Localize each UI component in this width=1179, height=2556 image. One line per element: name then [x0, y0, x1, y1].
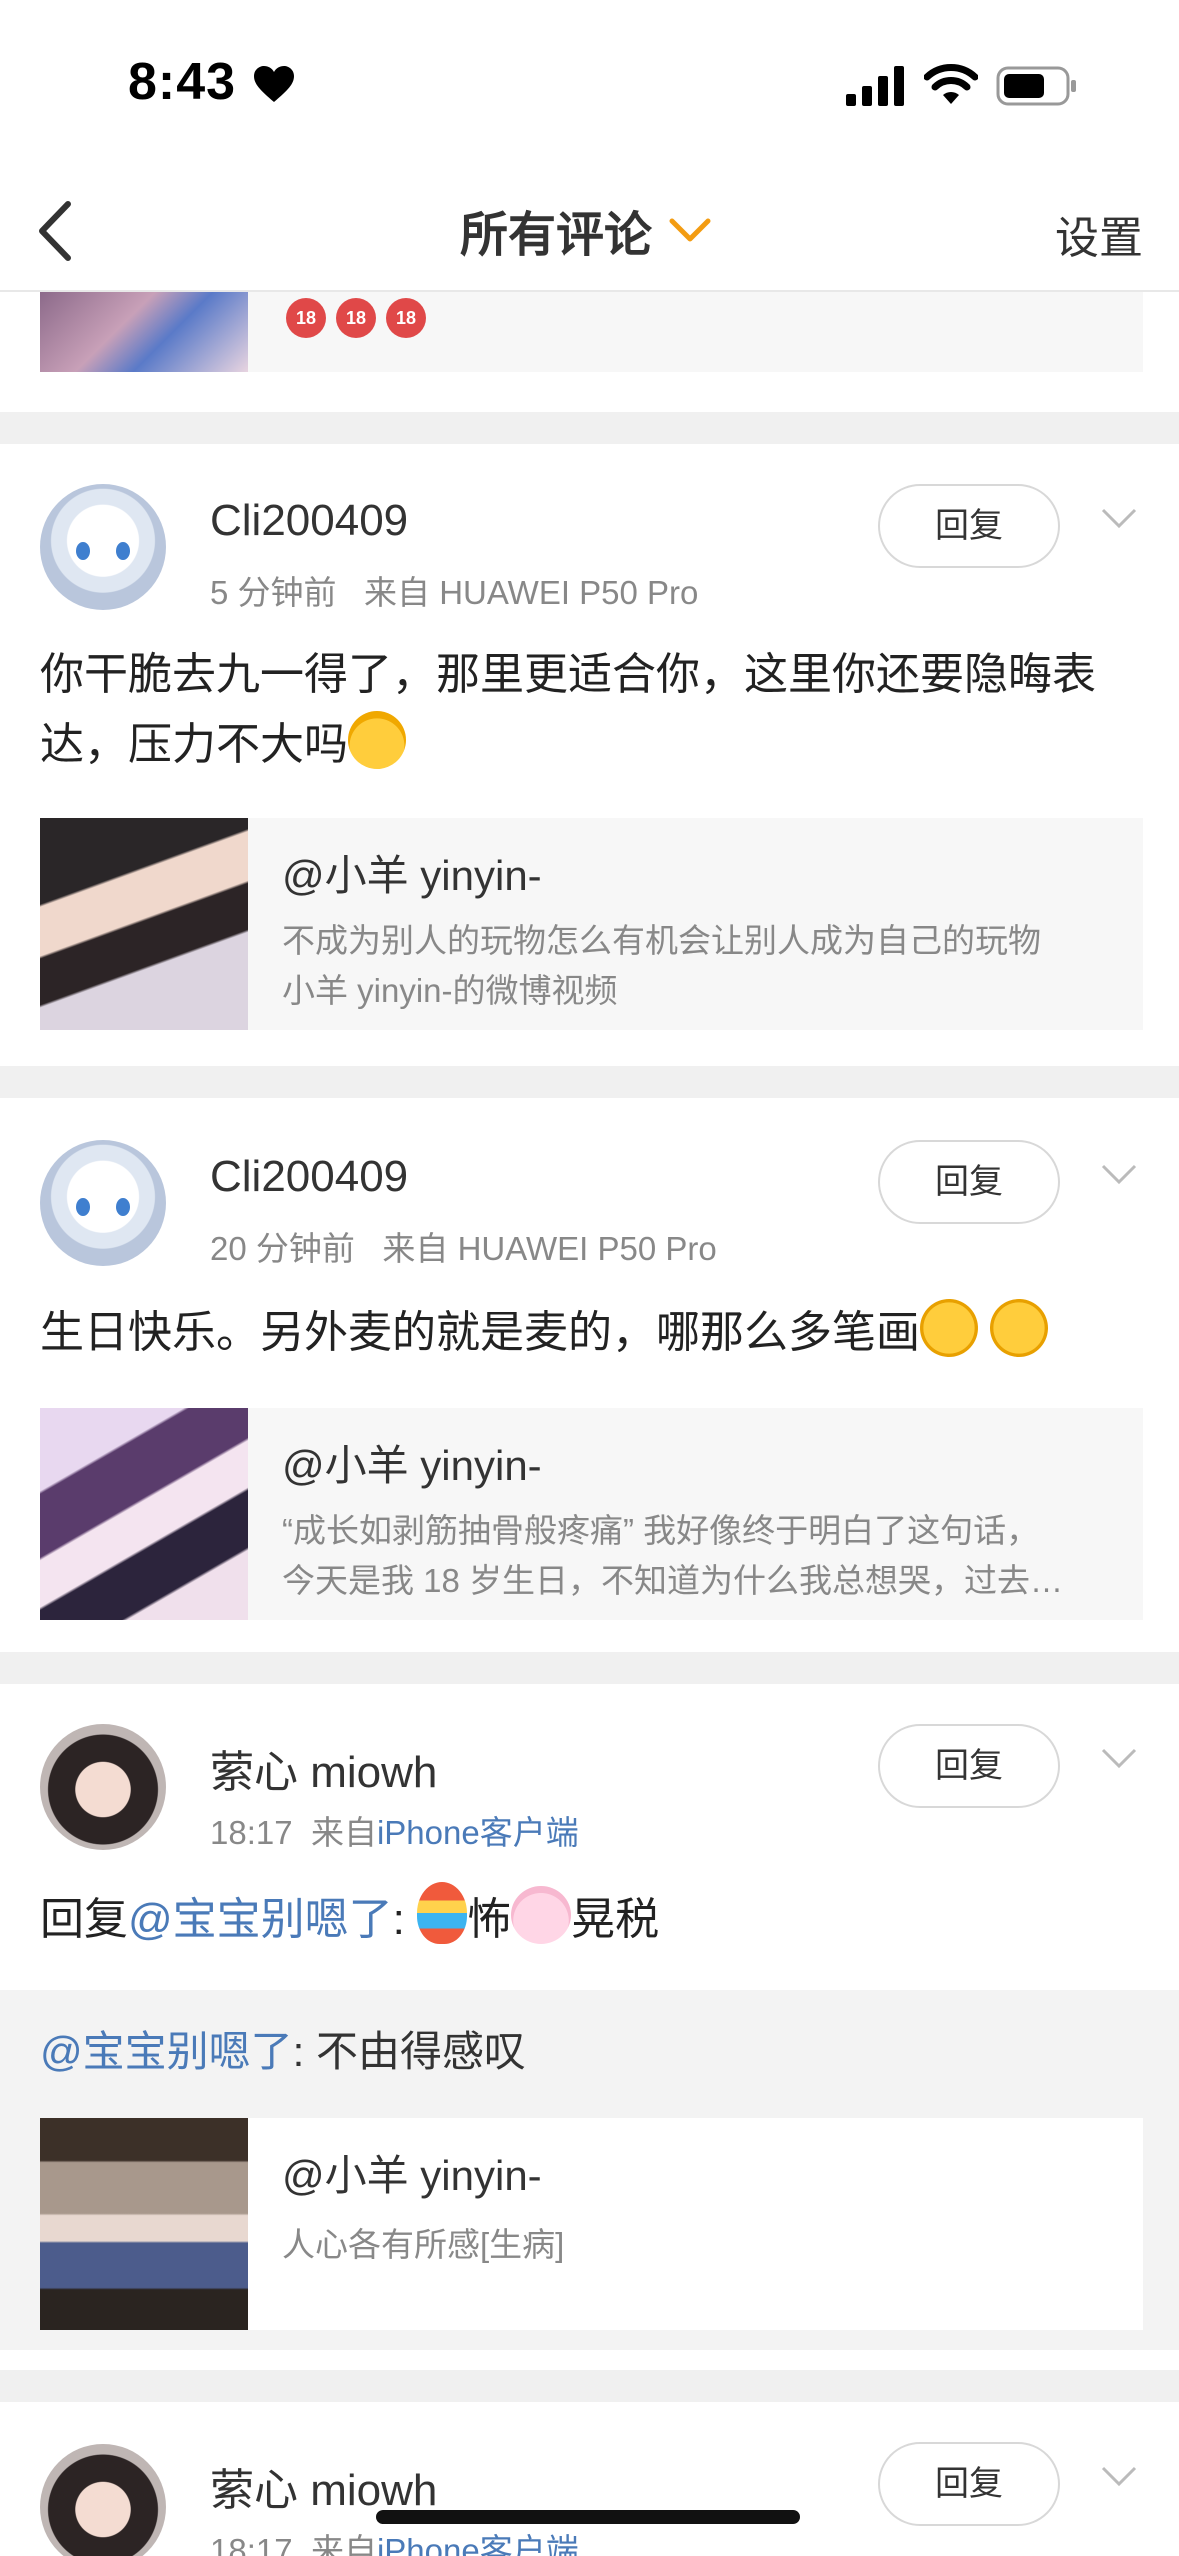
- previous-comment-remnant: 18 18 18: [0, 292, 1179, 412]
- reply-button[interactable]: 回复: [878, 484, 1060, 568]
- reply-button[interactable]: 回复: [878, 1724, 1060, 1808]
- divider: [0, 1652, 1179, 1684]
- mention-link[interactable]: @宝宝别嗯了: [128, 1895, 393, 1944]
- avatar[interactable]: [40, 484, 166, 610]
- comment-time: 20 分钟前: [210, 1230, 355, 1267]
- quoted-text: 人心各有所感[生病]: [282, 2226, 565, 2263]
- comment-body: 你干脆去九一得了，那里更适合你，这里你还要隐晦表达，压力不大吗: [40, 650, 1096, 769]
- quoted-text: “成长如剥筋抽骨般疼痛” 我好像终于明白了这句话，: [282, 1512, 1040, 1549]
- comment-meta: 20 分钟前 来自 HUAWEI P50 Pro: [210, 1222, 717, 1270]
- chevron-down-icon: [669, 218, 711, 242]
- comment-time: 18:17: [210, 1814, 293, 1851]
- cellular-signal-icon: [846, 66, 904, 106]
- mention-link[interactable]: @宝宝别嗯了: [40, 2028, 293, 2075]
- comment-text: 你干脆去九一得了，那里更适合你，这里你还要隐晦表达，压力不大吗: [40, 640, 1140, 780]
- quoted-subtitle: 小羊 yinyin-的微博视频: [282, 972, 618, 1009]
- comment-time: 5 分钟前: [210, 574, 337, 611]
- bunny-face-emoji: [511, 1886, 572, 1944]
- reply-prefix: 回复: [40, 1895, 128, 1944]
- quoted-post-thumbnail[interactable]: [40, 1408, 248, 1620]
- quoted-author: @小羊 yinyin-: [282, 2152, 542, 2199]
- page-title: 所有评论: [460, 209, 653, 262]
- comment-card: Cli200409 20 分钟前 来自 HUAWEI P50 Pro 回复 生日…: [0, 1098, 1179, 1658]
- source-prefix: 来自: [310, 2532, 377, 2556]
- status-time: 8:43: [128, 53, 237, 111]
- nested-reply-text: @宝宝别嗯了: 不由得感叹: [40, 2018, 526, 2079]
- device-source: HUAWEI P50 Pro: [439, 574, 699, 611]
- comment-card: Cli200409 5 分钟前 来自 HUAWEI P50 Pro 回复 你干脆…: [0, 444, 1179, 1074]
- comment-text: 回复@宝宝别嗯了: 怖 晃税: [40, 1882, 1140, 1955]
- comment-body: 生日快乐。另外麦的就是麦的，哪那么多笔画: [40, 1308, 920, 1357]
- device-source-link[interactable]: iPhone客户端: [377, 2532, 579, 2556]
- comment-card: 萦心 miowh 18:17 来自iPhone客户端 回复: [0, 2402, 1179, 2556]
- source-prefix: 来自: [310, 1814, 377, 1851]
- comment-meta: 18:17 来自iPhone客户端: [210, 1806, 579, 1854]
- battery-icon: [996, 66, 1076, 106]
- comment-text: 生日快乐。另外麦的就是麦的，哪那么多笔画: [40, 1290, 1140, 1368]
- quoted-text: 今天是我 18 岁生日，不知道为什么我总想哭，过去…: [282, 1562, 1064, 1599]
- username[interactable]: Cli200409: [210, 1152, 408, 1202]
- username[interactable]: 萦心 miowh: [210, 2454, 437, 2518]
- comment-body: 晃税: [571, 1895, 660, 1944]
- nested-reply[interactable]: @宝宝别嗯了: 不由得感叹 @小羊 yinyin- 人心各有所感[生病]: [0, 1990, 1179, 2350]
- rolling-laughing-emoji: [911, 1290, 987, 1366]
- heart-icon: [254, 66, 294, 102]
- comment-card: 萦心 miowh 18:17 来自iPhone客户端 回复 回复@宝宝别嗯了: …: [0, 1684, 1179, 2384]
- username[interactable]: Cli200409: [210, 496, 408, 546]
- colon: :: [392, 1895, 405, 1944]
- avatar[interactable]: [40, 1140, 166, 1266]
- quoted-post-thumbnail[interactable]: [40, 2118, 248, 2330]
- rolling-laughing-emoji: [982, 1290, 1057, 1366]
- home-indicator[interactable]: [376, 2510, 800, 2524]
- hot-air-balloon-emoji: [417, 1882, 468, 1944]
- quoted-post[interactable]: @小羊 yinyin- “成长如剥筋抽骨般疼痛” 我好像终于明白了这句话， 今天…: [40, 1408, 1143, 1620]
- quoted-text: 不成为别人的玩物怎么有机会让别人成为自己的玩物: [282, 922, 1041, 959]
- quote-thumbnail[interactable]: [40, 292, 248, 372]
- quoted-post[interactable]: @小羊 yinyin- 不成为别人的玩物怎么有机会让别人成为自己的玩物 小羊 y…: [40, 818, 1143, 1030]
- chevron-down-icon[interactable]: [1100, 1162, 1138, 1186]
- username[interactable]: 萦心 miowh: [210, 1736, 437, 1800]
- comment-meta: 18:17 来自iPhone客户端: [210, 2524, 579, 2556]
- divider: [0, 412, 1179, 444]
- comment-body: 怖: [467, 1895, 512, 1944]
- settings-button[interactable]: 设置: [1055, 202, 1143, 266]
- laughing-tears-emoji: [348, 711, 406, 769]
- no-under-18-emoji: 18: [286, 298, 326, 338]
- device-source-link[interactable]: iPhone客户端: [377, 1814, 579, 1851]
- divider: [0, 1066, 1179, 1098]
- nested-reply-body: : 不由得感叹: [292, 2028, 526, 2075]
- comment-time: 18:17: [210, 2532, 293, 2556]
- quoted-author: @小羊 yinyin-: [282, 1442, 542, 1489]
- chevron-down-icon[interactable]: [1100, 2464, 1138, 2488]
- no-under-18-emoji: 18: [336, 298, 376, 338]
- chevron-down-icon[interactable]: [1100, 506, 1138, 530]
- divider: [0, 2370, 1179, 2402]
- status-bar: 8:43: [0, 0, 1179, 170]
- comment-filter-dropdown[interactable]: 所有评论: [460, 200, 712, 262]
- quoted-post-thumbnail[interactable]: [40, 818, 248, 1030]
- avatar[interactable]: [40, 1724, 166, 1850]
- wifi-icon: [924, 64, 978, 104]
- nav-bar: 所有评论 设置: [0, 170, 1179, 292]
- quote-panel[interactable]: [248, 292, 1143, 372]
- reply-button[interactable]: 回复: [878, 1140, 1060, 1224]
- back-arrow-icon[interactable]: [32, 198, 82, 264]
- avatar[interactable]: [40, 2444, 166, 2556]
- device-source: HUAWEI P50 Pro: [457, 1230, 717, 1267]
- no-under-18-emoji: 18: [386, 298, 426, 338]
- comment-meta: 5 分钟前 来自 HUAWEI P50 Pro: [210, 566, 698, 614]
- quoted-author[interactable]: @小羊 yinyin-: [282, 842, 542, 903]
- reply-button[interactable]: 回复: [878, 2442, 1060, 2526]
- source-prefix: 来自: [382, 1230, 449, 1267]
- chevron-down-icon[interactable]: [1100, 1746, 1138, 1770]
- source-prefix: 来自: [364, 574, 431, 611]
- quoted-post[interactable]: @小羊 yinyin- 人心各有所感[生病]: [40, 2118, 1143, 2330]
